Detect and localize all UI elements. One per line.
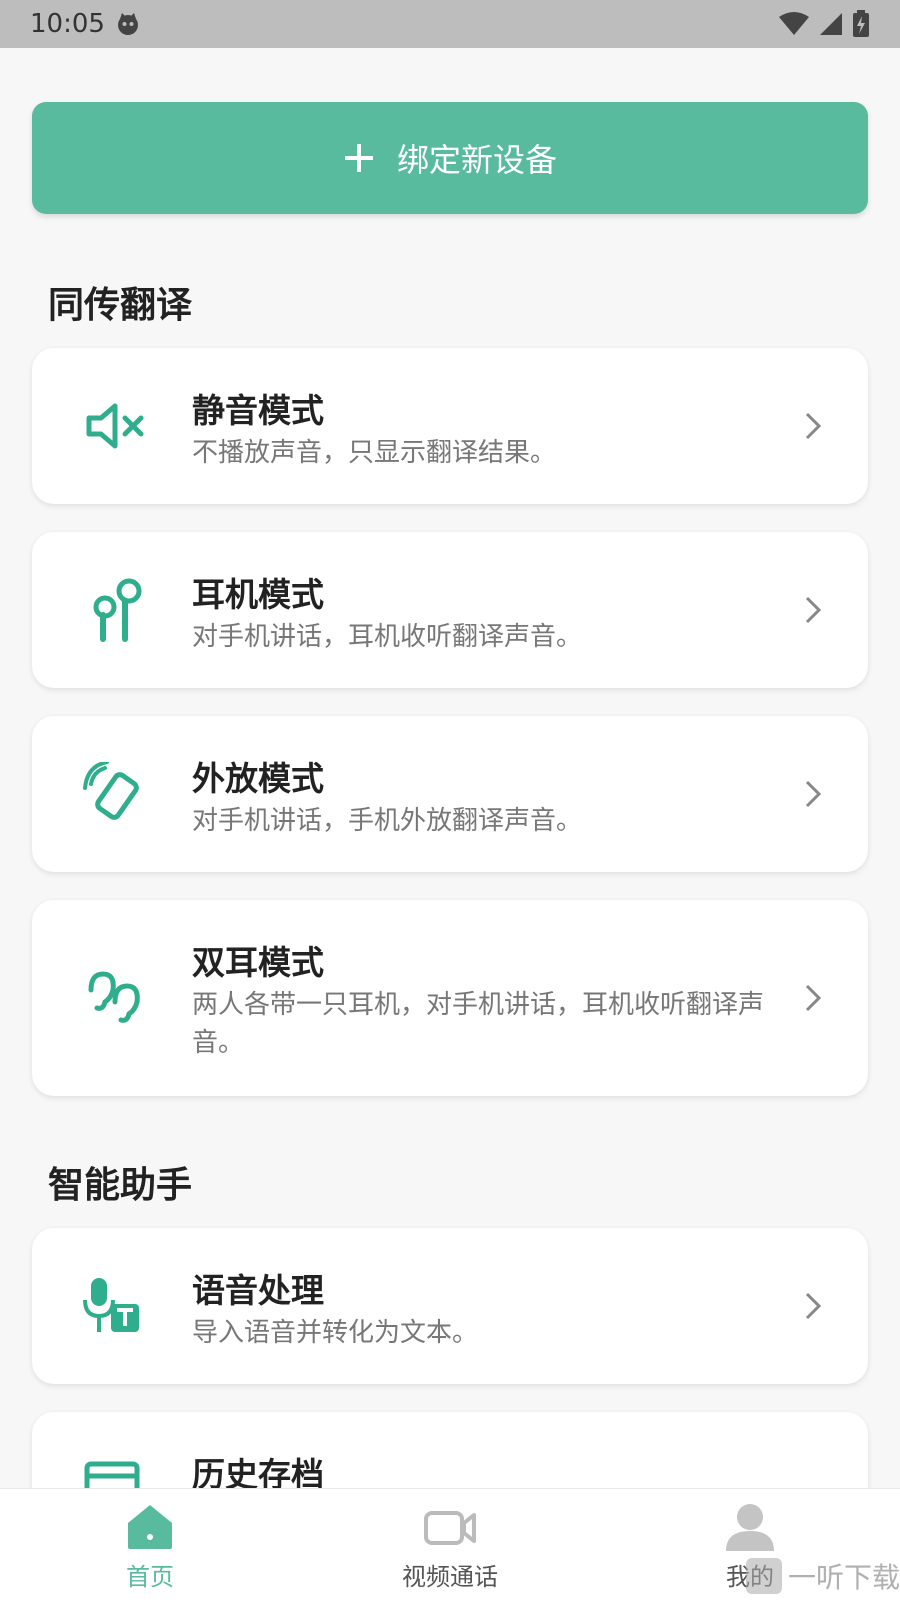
mode-title: 双耳模式 bbox=[192, 943, 324, 982]
tab-video-call-label: 视频通话 bbox=[402, 1563, 498, 1591]
bind-new-device-button[interactable]: 绑定新设备 bbox=[32, 102, 868, 214]
video-camera-icon bbox=[424, 1511, 476, 1545]
watermark-text: 一听下载 bbox=[787, 1561, 900, 1594]
two-ears-icon bbox=[80, 963, 150, 1033]
chevron-right-icon bbox=[805, 984, 822, 1012]
mode-description: 对手机讲话，耳机收听翻译声音。 bbox=[192, 622, 583, 652]
battery-icon bbox=[853, 10, 869, 37]
archive-icon bbox=[80, 1455, 150, 1488]
mode-description: 两人各带一只耳机，对手机讲话，耳机收听翻译声音。 bbox=[192, 990, 765, 1058]
chevron-right-icon bbox=[805, 596, 822, 624]
mode-card-speaker[interactable]: 外放模式 对手机讲话，手机外放翻译声音。 bbox=[32, 716, 868, 872]
tab-home-label: 首页 bbox=[126, 1563, 174, 1591]
item-title: 历史存档 bbox=[192, 1455, 324, 1488]
cell-signal-icon bbox=[820, 13, 842, 35]
mode-description: 不播放声音，只显示翻译结果。 bbox=[192, 438, 557, 468]
tab-video-call[interactable]: 视频通话 bbox=[350, 1489, 550, 1600]
watermark: 一听下载 bbox=[745, 1552, 900, 1600]
chevron-right-icon bbox=[805, 1292, 822, 1320]
cat-notification-icon bbox=[117, 13, 138, 35]
section-title-assistant: 智能助手 bbox=[48, 1165, 193, 1206]
phone-speaker-icon bbox=[80, 759, 150, 829]
chevron-right-icon bbox=[805, 780, 822, 808]
status-bar: 10:05 bbox=[0, 0, 900, 48]
wifi-icon bbox=[779, 12, 809, 35]
mode-description: 对手机讲话，手机外放翻译声音。 bbox=[192, 806, 583, 836]
status-time: 10:05 bbox=[30, 9, 105, 39]
earbuds-icon bbox=[80, 575, 150, 645]
bind-new-device-label: 绑定新设备 bbox=[396, 141, 557, 179]
content-scroll-area[interactable]: 绑定新设备 同传翻译 静音模式 不播放声音，只显示翻译结果。 耳机模式 对手机讲… bbox=[0, 48, 900, 1488]
plus-icon bbox=[344, 144, 373, 172]
speaker-mute-icon bbox=[80, 391, 150, 461]
voice-to-text-icon bbox=[80, 1271, 150, 1341]
mode-card-dual-ear[interactable]: 双耳模式 两人各带一只耳机，对手机讲话，耳机收听翻译声音。 bbox=[32, 900, 868, 1096]
tab-home[interactable]: 首页 bbox=[50, 1489, 250, 1600]
assistant-card-voice-processing[interactable]: 语音处理 导入语音并转化为文本。 bbox=[32, 1228, 868, 1384]
assistant-card-history[interactable]: 历史存档 bbox=[32, 1412, 868, 1488]
mode-title: 外放模式 bbox=[192, 759, 324, 798]
item-description: 导入语音并转化为文本。 bbox=[192, 1318, 479, 1348]
chevron-right-icon bbox=[805, 412, 822, 440]
section-title-translation: 同传翻译 bbox=[48, 285, 193, 326]
mode-title: 耳机模式 bbox=[192, 575, 324, 614]
mode-card-earphone[interactable]: 耳机模式 对手机讲话，耳机收听翻译声音。 bbox=[32, 532, 868, 688]
watermark-logo bbox=[745, 1558, 782, 1594]
item-title: 语音处理 bbox=[192, 1271, 324, 1310]
mode-title: 静音模式 bbox=[192, 391, 324, 430]
user-icon bbox=[726, 1504, 774, 1551]
mode-card-mute[interactable]: 静音模式 不播放声音，只显示翻译结果。 bbox=[32, 348, 868, 504]
home-icon bbox=[128, 1505, 172, 1549]
